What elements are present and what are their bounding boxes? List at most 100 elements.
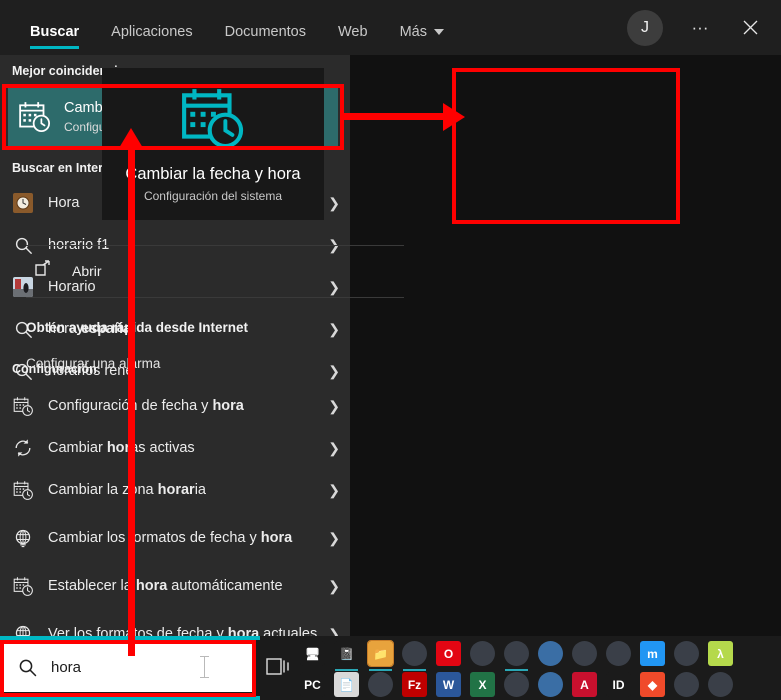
tab-label: Aplicaciones <box>111 24 192 40</box>
filezilla-icon[interactable]: Fz <box>402 672 427 697</box>
vscode-icon[interactable] <box>674 641 699 666</box>
label-bold: hor <box>107 440 130 456</box>
header-actions: J ··· <box>627 0 781 55</box>
chevron-right-icon[interactable]: ❯ <box>320 530 340 547</box>
purple-orb-icon[interactable] <box>470 641 495 666</box>
taskbar-row-top: 🖥 📓 📁 Om λ <box>300 641 733 666</box>
list-item[interactable]: Cambiar horas activas❯ <box>0 427 350 469</box>
preview-subtitle: Configuración del sistema <box>144 189 282 203</box>
text-cursor <box>204 656 205 678</box>
tab-label: Documentos <box>225 24 306 40</box>
firefox-dev-icon[interactable] <box>572 641 597 666</box>
cmd-icon[interactable] <box>708 672 733 697</box>
avatar[interactable]: J <box>627 10 663 46</box>
preview-title: Cambiar la fecha y hora <box>125 165 300 184</box>
search-icon <box>18 658 37 677</box>
tab-ms[interactable]: Más <box>384 8 460 55</box>
monitor-icon[interactable]: 🖥 <box>300 641 325 666</box>
tab-web[interactable]: Web <box>322 8 384 55</box>
taskbar-app-tray: 🖥 📓 📁 Om λ PC 📄 Fz WX A ID ◆ <box>300 636 781 700</box>
taskbar: hora 🖥 📓 📁 Om λ PC 📄 Fz WX A ID ◆ <box>0 636 781 700</box>
file-explorer-icon[interactable]: 📁 <box>368 641 393 666</box>
list-item[interactable]: Cambiar la zona horaria❯ <box>0 469 350 511</box>
app-running-indicator <box>505 669 528 671</box>
notes-icon[interactable]: 📄 <box>334 672 359 697</box>
notepad-icon[interactable]: 📓 <box>334 641 359 666</box>
close-icon[interactable] <box>727 5 773 51</box>
red-diamond-icon[interactable]: ◆ <box>640 672 665 697</box>
label-bold: horar <box>158 482 195 498</box>
settings-results-list: Configuración de fecha y hora❯Cambiar ho… <box>0 385 350 661</box>
chevron-right-icon[interactable]: ❯ <box>320 440 340 457</box>
tab-buscar[interactable]: Buscar <box>14 8 95 55</box>
list-item-label: Cambiar horas activas <box>48 439 320 458</box>
app-running-indicator <box>369 669 392 671</box>
acrobat-icon[interactable]: A <box>572 672 597 697</box>
refresh-icon <box>12 437 34 459</box>
blue-fish-2-icon[interactable] <box>538 672 563 697</box>
help-link-alarm[interactable]: Configurar una alarma <box>26 356 160 371</box>
label-suffix: automáticamente <box>167 578 282 594</box>
open-label: Abrir <box>72 263 102 279</box>
label-plain: Cambiar <box>48 440 107 456</box>
dark-orb-icon[interactable] <box>504 672 529 697</box>
list-item-label: Cambiar los formatos de fecha y hora <box>48 529 320 548</box>
opera-icon[interactable]: O <box>436 641 461 666</box>
calendar-clock-icon <box>12 479 34 501</box>
taskbar-accent-edge-top <box>0 636 260 640</box>
taskbar-search-box[interactable]: hora <box>4 642 252 692</box>
globe-icon <box>12 527 34 549</box>
list-item-label: Cambiar la zona horaria <box>48 481 320 500</box>
chevron-right-icon[interactable]: ❯ <box>320 482 340 499</box>
search-preview-panel <box>350 0 781 636</box>
tab-label: Más <box>400 24 427 40</box>
label-suffix: ia <box>195 482 206 498</box>
list-item[interactable]: Cambiar los formatos de fecha y hora❯ <box>0 511 350 565</box>
preview-divider-bottom <box>26 297 404 298</box>
lambda-icon[interactable]: λ <box>708 641 733 666</box>
chevron-right-icon[interactable]: ❯ <box>320 321 340 338</box>
thumbnail-clock <box>12 192 34 214</box>
open-action-row[interactable]: Abrir <box>26 246 404 296</box>
excel-icon[interactable]: X <box>470 672 495 697</box>
label-plain: Hora <box>48 195 79 211</box>
chevron-down-icon <box>434 29 444 35</box>
pycharm-icon[interactable]: PC <box>300 672 325 697</box>
firefox-icon[interactable] <box>504 641 529 666</box>
list-item[interactable]: Configuración de fecha y hora ❯ <box>0 385 350 427</box>
label-bold: hora <box>212 398 243 414</box>
more-options-button[interactable]: ··· <box>677 5 723 51</box>
word-icon[interactable]: W <box>436 672 461 697</box>
label-plain: Configuración de fecha y <box>48 398 212 414</box>
help-section-title: Obtén ayuda rápida desde Internet <box>26 320 248 335</box>
calendar-clock-icon <box>180 85 246 151</box>
tab-label: Web <box>338 24 368 40</box>
chrome-icon[interactable] <box>606 641 631 666</box>
tab-aplicaciones[interactable]: Aplicaciones <box>95 8 208 55</box>
maxthon-icon[interactable]: m <box>640 641 665 666</box>
search-input[interactable]: hora <box>51 659 81 676</box>
calendar-clock-icon <box>12 575 34 597</box>
search-header: Buscar Aplicaciones Documentos Web Más J ··· <box>0 0 781 55</box>
list-item-label: Establecer la hora automáticamente <box>48 577 320 596</box>
windows-search-overlay: Buscar Aplicaciones Documentos Web Más J ···… <box>0 0 781 700</box>
taskbar-row-bottom: PC 📄 Fz WX A ID ◆ <box>300 672 733 697</box>
tab-documentos[interactable]: Documentos <box>209 8 322 55</box>
list-item[interactable]: Establecer la hora automáticamente❯ <box>0 565 350 607</box>
chevron-right-icon[interactable]: ❯ <box>320 398 340 415</box>
taskbar-accent-edge-bottom <box>0 696 260 700</box>
chevron-right-icon[interactable]: ❯ <box>320 363 340 380</box>
terminal-color-icon[interactable] <box>674 672 699 697</box>
task-view-icon[interactable] <box>266 656 292 678</box>
preview-card[interactable]: Cambiar la fecha y hora Configuración de… <box>102 68 324 220</box>
label-bold: hora <box>261 530 292 546</box>
app-running-indicator <box>403 669 426 671</box>
chevron-right-icon[interactable]: ❯ <box>320 578 340 595</box>
taskbar-accent-edge-left <box>0 636 4 700</box>
search-tabs: Buscar Aplicaciones Documentos Web Más <box>0 0 460 55</box>
calendar-clock-icon <box>12 395 34 417</box>
edge-icon[interactable] <box>402 641 427 666</box>
id-card-icon[interactable]: ID <box>606 672 631 697</box>
media-player-icon[interactable] <box>368 672 393 697</box>
blue-fish-icon[interactable] <box>538 641 563 666</box>
